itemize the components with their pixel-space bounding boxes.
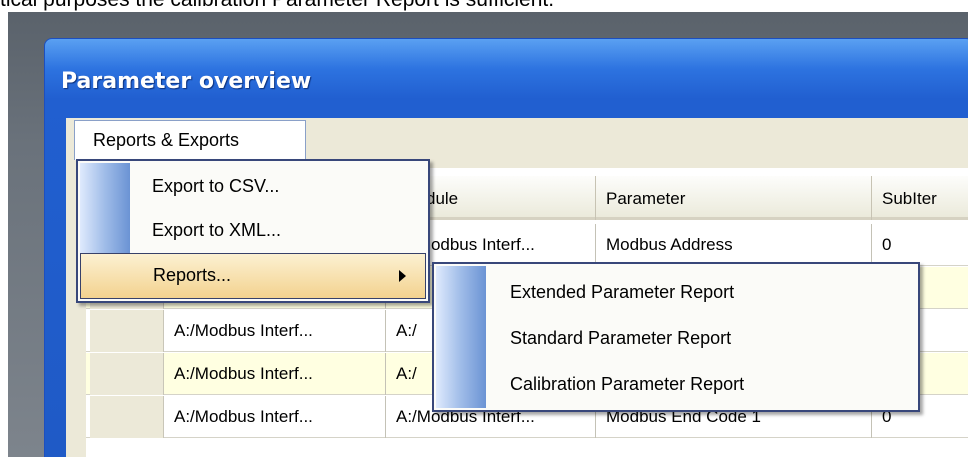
cell-subindex: 0 [882,235,892,254]
cell-path: A:/Modbus Interf... [164,396,386,438]
cell-path: A:/Modbus Interf... [164,353,386,395]
row-selector[interactable] [90,396,164,438]
reports-exports-dropdown: Export to CSV... Export to XML... Report… [76,159,430,303]
reports-submenu: Extended Parameter Report Standard Param… [432,262,920,412]
menu-item-export-csv[interactable]: Export to CSV... [78,165,428,209]
menu-item-label: Export to CSV... [152,176,280,196]
cell-path: A:/Modbus Interf... [164,310,386,352]
menu-reports-exports[interactable]: Reports & Exports [74,120,306,160]
column-header-subindex[interactable]: SubIter [872,176,968,220]
submenu-icon-stripe [436,266,486,408]
menu-item-label: Export to XML... [152,220,282,240]
submenu-item-standard-report[interactable]: Standard Parameter Report [510,328,731,349]
row-selector[interactable] [90,310,164,352]
column-header-parameter[interactable]: Parameter [596,176,872,220]
cell-parameter: Modbus Address [596,224,872,266]
submenu-arrow-icon [399,270,406,282]
menu-item-reports[interactable]: Reports... [80,253,426,299]
submenu-item-extended-report[interactable]: Extended Parameter Report [510,282,734,303]
menu-item-label: Reports... [153,265,232,285]
row-selector[interactable] [90,353,164,395]
document-caption: tical purposes the calibration Parameter… [0,0,968,12]
window-title: Parameter overview [61,69,312,94]
submenu-item-calibration-report[interactable]: Calibration Parameter Report [510,374,744,395]
column-header-module[interactable]: dule [416,176,596,220]
menu-item-export-xml[interactable]: Export to XML... [78,209,428,253]
